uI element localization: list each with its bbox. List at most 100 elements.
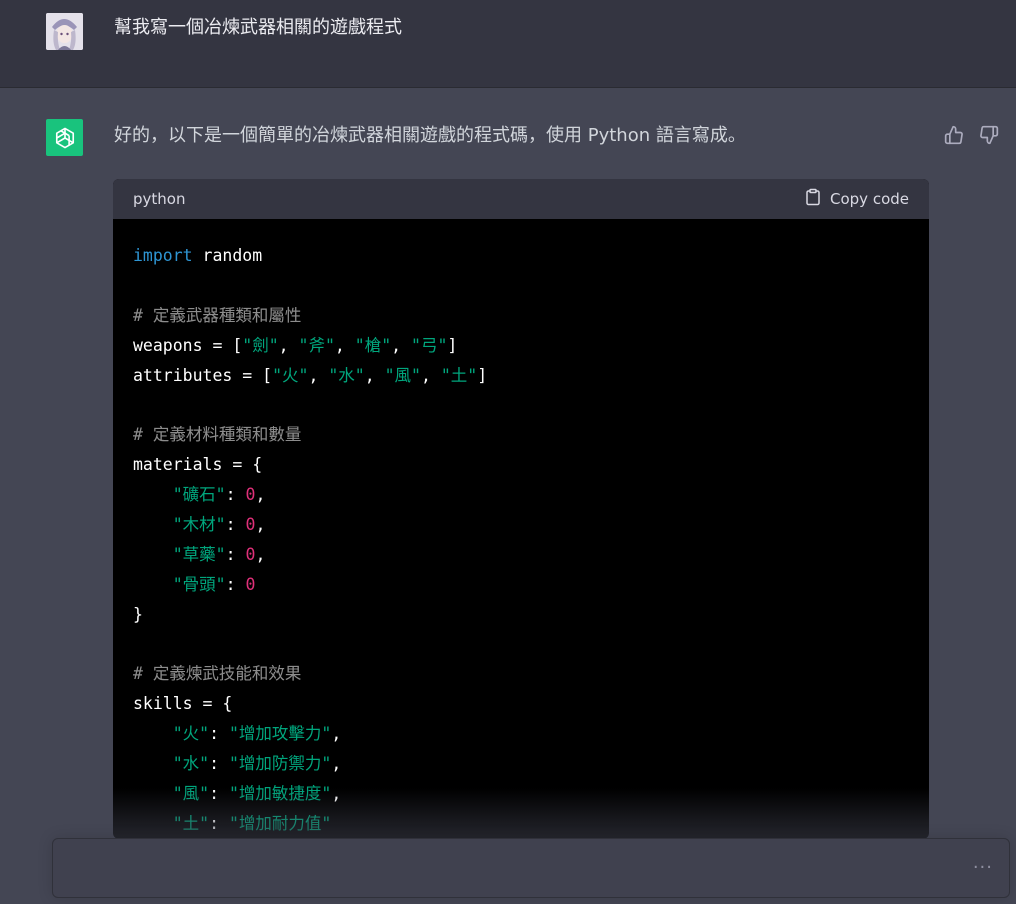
openai-logo-icon [46,119,83,156]
code-token-plain: , [420,365,441,385]
code-token-plain: } [133,604,143,624]
code-line: import random [133,241,909,271]
code-token-plain: : [225,544,246,564]
code-token-com: # 定義武器種類和屬性 [133,305,302,325]
thumbs-down-icon[interactable] [978,124,1000,146]
code-token-str: "水" [328,365,365,385]
code-line: attributes = ["火", "水", "風", "土"] [133,361,909,391]
code-token-str: "水" [172,754,210,774]
code-token-str: "劍" [242,335,279,355]
code-token-num: 0 [245,485,256,505]
code-token-str: "土" [440,365,478,385]
code-line: skills = { [133,689,909,719]
code-token-plain: attributes = [ [133,365,273,385]
code-token-plain: , [308,365,329,385]
code-token-str: "增加耐力值" [229,813,332,833]
code-token-str: "木材" [172,515,226,535]
thumbs-up-icon[interactable] [943,124,965,146]
code-token-plain: , [255,485,266,505]
code-block: python Copy code import random # 定義武器種類和屬… [113,179,929,839]
code-token-str: "草藥" [172,544,226,564]
code-line: # 定義武器種類和屬性 [133,301,909,331]
code-line: "木材": 0, [133,510,909,540]
code-line: "礦石": 0, [133,480,909,510]
code-header: python Copy code [113,179,929,219]
user-message-text: 幫我寫一個冶煉武器相關的遊戲程式 [114,17,402,38]
code-token-com: # 定義煉武技能和效果 [133,664,302,684]
message-input[interactable]: ··· [52,838,1010,898]
code-token-plain: random [192,246,263,265]
code-token-plain: ] [477,365,488,385]
code-token-str: "土" [172,813,210,833]
code-token-plain: : [225,574,246,594]
code-token-plain: : [209,784,229,804]
code-token-kw: import [133,246,193,265]
code-token-plain: : [225,485,246,505]
code-token-plain: weapons = [ [133,335,243,355]
code-token-str: "風" [172,784,210,804]
assistant-message-text: 好的，以下是一個簡單的冶煉武器相關遊戲的程式碼，使用 Python 語言寫成。 [114,125,746,146]
code-line: # 定義煉武技能和效果 [133,659,909,689]
code-token-plain: , [331,724,342,744]
assistant-message-row: 好的，以下是一個簡單的冶煉武器相關遊戲的程式碼，使用 Python 語言寫成。 … [0,88,1016,904]
code-token-plain: , [255,515,266,535]
code-token-plain: : [209,813,229,833]
code-line: "土": "增加耐力值" [133,809,909,839]
code-token-plain: , [331,784,342,804]
code-token-com: # 定義材料種類和數量 [133,425,302,445]
code-line: weapons = ["劍", "斧", "槍", "弓"] [133,331,909,361]
code-token-num: 0 [245,574,256,594]
code-token-plain: : [209,724,229,744]
code-token-str: "火" [272,365,309,385]
code-token-str: "弓" [411,335,448,355]
code-token-str: "斧" [298,335,335,355]
clipboard-icon [804,188,822,210]
code-token-str: "增加攻擊力" [229,724,332,744]
code-token-str: "骨頭" [172,574,226,594]
user-avatar [46,13,83,50]
code-token-str: "增加防禦力" [229,754,332,774]
code-token-plain: , [391,335,412,355]
copy-code-label: Copy code [830,190,909,208]
code-token-plain: skills = { [133,694,233,714]
code-line: "骨頭": 0 [133,570,909,600]
more-dots-icon[interactable]: ··· [973,857,993,878]
code-line: } [133,600,909,630]
code-language-label: python [133,190,186,208]
code-token-num: 0 [245,515,256,535]
code-line: # 定義材料種類和數量 [133,420,909,450]
code-token-plain: materials = { [133,455,263,475]
code-token-num: 0 [245,544,256,564]
code-token-str: "礦石" [172,485,226,505]
code-token-str: "增加敏捷度" [229,784,332,804]
code-line: "火": "增加攻擊力", [133,719,909,749]
code-line: "風": "增加敏捷度", [133,779,909,809]
code-content: import random # 定義武器種類和屬性 weapons = ["劍", … [113,219,929,839]
code-token-plain: , [255,544,266,564]
code-token-plain: : [225,515,246,535]
code-line: "草藥": 0, [133,540,909,570]
code-token-plain: , [331,754,342,774]
code-token-str: "火" [172,724,210,744]
code-token-str: "風" [384,365,421,385]
code-token-plain: , [278,335,299,355]
code-line: materials = { [133,450,909,480]
user-message-row: 幫我寫一個冶煉武器相關的遊戲程式 [0,0,1016,88]
copy-code-button[interactable]: Copy code [804,188,909,210]
code-token-plain: , [334,335,355,355]
code-token-str: "槍" [354,335,392,355]
code-token-plain: , [364,365,385,385]
code-token-plain: : [209,754,229,774]
code-token-plain: ] [447,335,458,355]
